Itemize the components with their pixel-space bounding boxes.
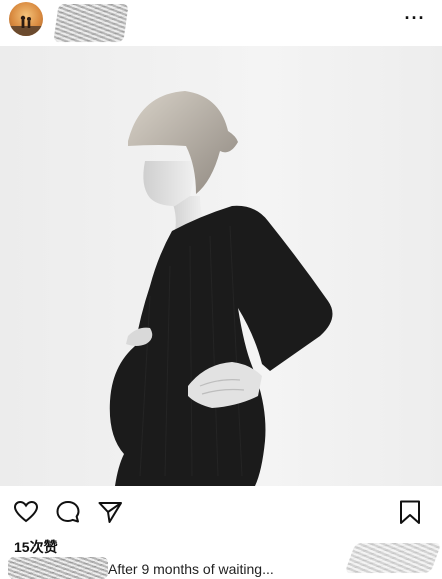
post-photo[interactable] [0, 46, 442, 486]
caption-row: After 9 months of waiting... [0, 543, 442, 579]
pregnant-woman-silhouette [109, 91, 333, 486]
send-icon[interactable] [96, 498, 124, 526]
likes-count[interactable]: 15次赞 [14, 537, 58, 557]
avatar-silhouette [9, 15, 43, 36]
comment-icon[interactable] [54, 498, 82, 526]
redaction-scribble [344, 543, 442, 573]
username-redacted[interactable] [53, 4, 129, 42]
caption-text: After 9 months of waiting... [108, 561, 274, 577]
caption-username-redacted[interactable] [8, 557, 108, 579]
bookmark-icon[interactable] [396, 498, 424, 526]
action-bar [0, 492, 442, 532]
more-options-icon[interactable]: ··· [400, 8, 430, 28]
avatar[interactable] [9, 2, 43, 36]
heart-icon[interactable] [12, 498, 40, 526]
post-header: ··· [0, 0, 442, 42]
